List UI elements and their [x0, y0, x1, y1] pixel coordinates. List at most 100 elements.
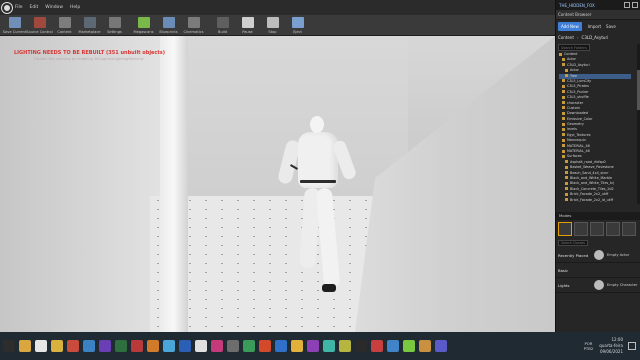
- folder-icon: [565, 165, 568, 169]
- chrome-icon[interactable]: [19, 340, 31, 352]
- start-icon[interactable]: [3, 340, 15, 352]
- build-button[interactable]: Build: [210, 15, 235, 34]
- folder-tree-label: Actor: [567, 57, 576, 62]
- app-icon[interactable]: [179, 340, 191, 352]
- tab-content-browser[interactable]: Content Browser: [558, 12, 591, 17]
- settings-icon: [108, 17, 121, 28]
- app-icon[interactable]: [83, 340, 95, 352]
- app-icon[interactable]: [147, 340, 159, 352]
- folder-icon: [565, 187, 568, 191]
- folder-tree-label: Beach_Sand_4x4_slvnr: [570, 170, 609, 175]
- build-icon: [216, 17, 229, 28]
- save-current-button[interactable]: Save Current: [2, 15, 27, 34]
- settings-button[interactable]: Settings: [102, 15, 127, 34]
- app-icon[interactable]: [99, 340, 111, 352]
- place-category-row[interactable]: Lights Empty Character: [556, 278, 640, 293]
- folder-tree-label: C3LD_Asyturi: [567, 62, 590, 67]
- app-icon[interactable]: [323, 340, 335, 352]
- app-icon[interactable]: [195, 340, 207, 352]
- app-icon[interactable]: [307, 340, 319, 352]
- app-icon[interactable]: [435, 340, 447, 352]
- blueprints-button[interactable]: Blueprints: [156, 15, 181, 34]
- menu-edit[interactable]: Edit: [30, 5, 39, 10]
- import-button[interactable]: Import: [588, 24, 601, 29]
- app-icon[interactable]: [419, 340, 431, 352]
- menu-file[interactable]: File: [15, 5, 23, 10]
- unreal-icon[interactable]: [35, 340, 47, 352]
- folder-tree-label: C3L5_shuffle: [567, 95, 589, 100]
- lighting-subwarning: Disable this warning by enabling 'bSuppr…: [34, 57, 144, 61]
- source-control-button[interactable]: Source Control: [26, 15, 53, 34]
- unreal-logo-icon: [2, 2, 12, 13]
- folder-icon: [562, 57, 565, 61]
- level-viewport[interactable]: LIGHTING NEEDS TO BE REBUILT (351 unbuil…: [0, 36, 555, 332]
- class-search-input[interactable]: Search Classes: [558, 240, 588, 246]
- app-icon[interactable]: [211, 340, 223, 352]
- cinematics-button[interactable]: Cinematics: [181, 15, 206, 34]
- app-icon[interactable]: [275, 340, 287, 352]
- folder-icon: [562, 138, 565, 142]
- app-icon[interactable]: [371, 340, 383, 352]
- build-label: Build: [217, 30, 228, 34]
- foliage-mode-icon[interactable]: [606, 222, 620, 236]
- menu-window[interactable]: Window: [45, 5, 63, 10]
- window-controls: [624, 2, 640, 8]
- folder-icon: [562, 95, 565, 99]
- windows-taskbar: POR PTB2 12:00 quarta-feira 09/06/2021: [0, 332, 640, 360]
- folder-icon[interactable]: [51, 340, 63, 352]
- app-icon[interactable]: [339, 340, 351, 352]
- breadcrumb-folder[interactable]: C3LD_Asyturi: [582, 35, 609, 40]
- app-icon[interactable]: [387, 340, 399, 352]
- language-indicator[interactable]: POR PTB2: [584, 341, 594, 351]
- pause-button[interactable]: Pause: [235, 15, 260, 34]
- content-label: Content: [57, 30, 72, 34]
- pause-icon: [241, 17, 254, 28]
- clock[interactable]: 12:00 quarta-feira 09/06/2021: [599, 337, 623, 355]
- app-icon[interactable]: [291, 340, 303, 352]
- paint-mode-icon[interactable]: [574, 222, 588, 236]
- folder-tree-label: Black_Concrete_Tiles_2d2: [570, 186, 614, 191]
- place-category-row[interactable]: Recently Placed Empty Actor: [556, 248, 640, 263]
- landscape-mode-icon[interactable]: [590, 222, 604, 236]
- app-icon[interactable]: [115, 340, 127, 352]
- folder-tree-item[interactable]: Brick_Facade_2x2_ld_ukff: [559, 198, 631, 203]
- folder-icon: [562, 106, 565, 110]
- place-category-row[interactable]: Basic: [556, 263, 640, 278]
- app-icon[interactable]: [403, 340, 415, 352]
- folder-tree-label: Downloaded: [567, 111, 589, 116]
- app-icon[interactable]: [163, 340, 175, 352]
- app-icon[interactable]: [131, 340, 143, 352]
- folder-tree-label: Geometry: [567, 122, 584, 127]
- folder-tree-label: Black_and_White_Tiles_tcj: [570, 181, 615, 186]
- source-control-label: Source Control: [26, 30, 53, 34]
- eject-button[interactable]: Eject: [285, 15, 310, 34]
- app-icon[interactable]: [227, 340, 239, 352]
- notification-icon[interactable]: [628, 342, 636, 350]
- blueprints-icon: [162, 17, 175, 28]
- stop-button[interactable]: Stop: [260, 15, 285, 34]
- cinematics-icon: [187, 17, 200, 28]
- folder-search-input[interactable]: Search Folders: [558, 44, 590, 51]
- menu-help[interactable]: Help: [70, 5, 80, 10]
- add-new-button[interactable]: Add New: [558, 21, 582, 31]
- folder-icon: [565, 68, 568, 72]
- folder-tree-label: Tree: [570, 73, 578, 78]
- app-icon[interactable]: [259, 340, 271, 352]
- geometry-mode-icon[interactable]: [622, 222, 636, 236]
- minimize-icon[interactable]: [624, 2, 630, 8]
- save-all-button[interactable]: Save: [606, 24, 616, 29]
- megascans-button[interactable]: Megascans: [131, 15, 156, 34]
- place-mode-icon[interactable]: [558, 222, 572, 236]
- place-actor-label: Empty Character: [607, 283, 638, 287]
- clock-date: 09/06/2021: [599, 349, 623, 354]
- app-icon[interactable]: [243, 340, 255, 352]
- breadcrumb-content[interactable]: Content: [558, 35, 574, 40]
- marketplace-button[interactable]: Marketplace: [77, 15, 102, 34]
- app-icon[interactable]: [355, 340, 367, 352]
- close-icon[interactable]: [632, 2, 638, 8]
- app-icon[interactable]: [67, 340, 79, 352]
- place-category-label: Basic: [558, 267, 569, 273]
- content-browser-actions: Add New Import Save: [556, 20, 640, 32]
- eject-icon: [291, 17, 304, 28]
- content-button[interactable]: Content: [52, 15, 77, 34]
